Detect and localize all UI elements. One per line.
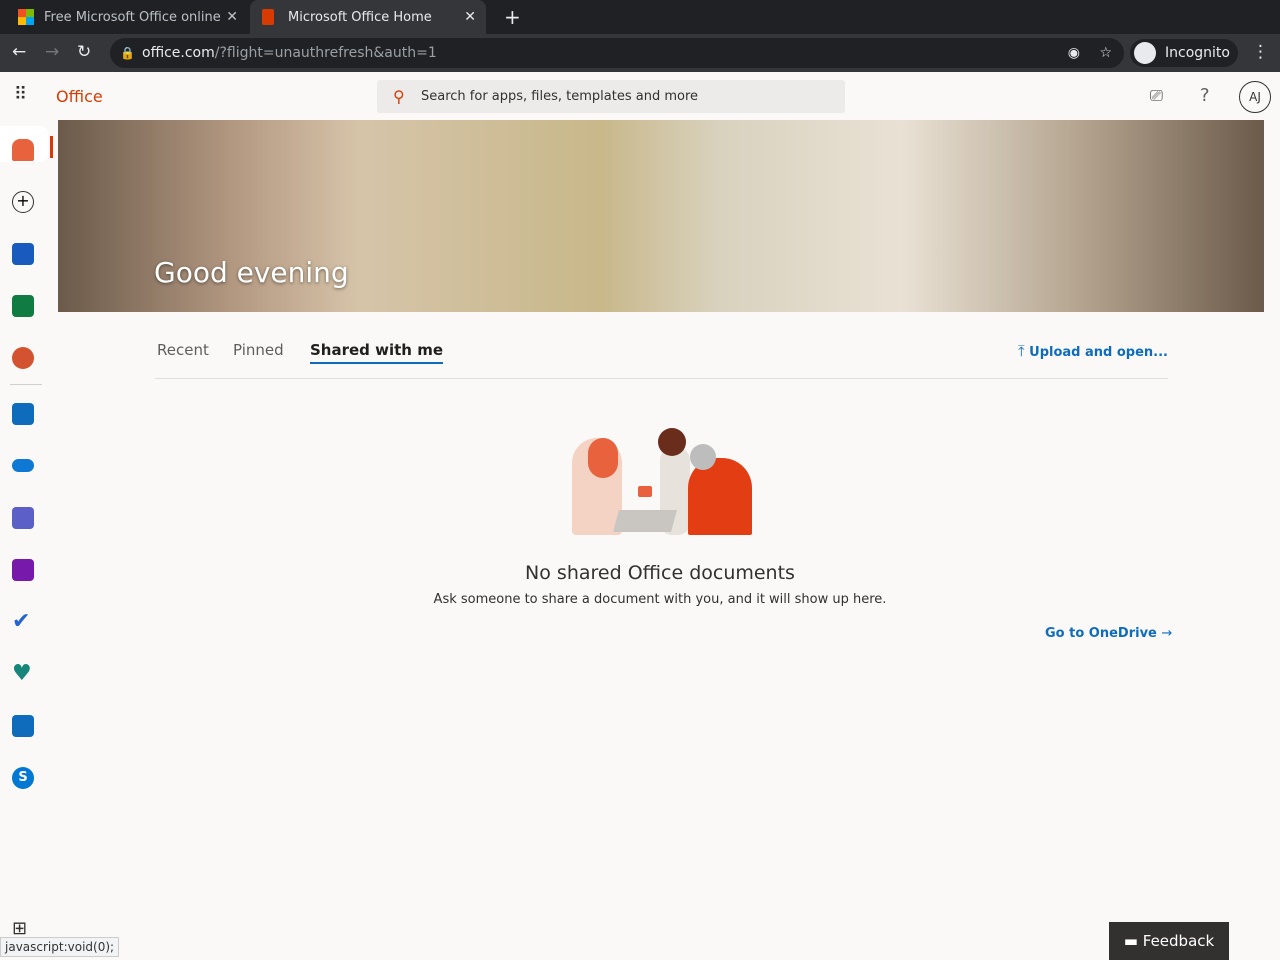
office-brand[interactable]: Office [56, 87, 103, 106]
address-bar[interactable]: 🔒 office.com/?flight=unauthrefresh&auth=… [110, 38, 1124, 68]
feedback-icon: ▬ [1123, 932, 1138, 950]
search-placeholder: Search for apps, files, templates and mo… [421, 89, 698, 104]
browser-toolbar: ← → ↻ 🔒 office.com/?flight=unauthrefresh… [0, 34, 1280, 72]
url-path: /?flight=unauthrefresh&auth=1 [214, 45, 437, 61]
incognito-profile[interactable]: Incognito [1130, 39, 1238, 67]
office-logo-icon [262, 9, 274, 25]
excel-icon[interactable] [12, 295, 34, 317]
onedrive-icon[interactable] [12, 459, 34, 472]
url-host: office.com [142, 45, 215, 61]
microsoft-logo-icon [18, 9, 34, 25]
close-tab-icon[interactable]: ✕ [226, 9, 238, 25]
empty-state-title: No shared Office documents [525, 562, 795, 584]
feedback-button[interactable]: ▬ Feedback [1109, 922, 1229, 960]
profile-label: Incognito [1165, 45, 1230, 61]
people-illustration [570, 428, 752, 535]
empty-state-subtitle: Ask someone to share a document with you… [433, 592, 887, 607]
upload-label: Upload and open... [1029, 345, 1168, 360]
powerpoint-icon[interactable] [12, 347, 34, 369]
go-to-onedrive-link[interactable]: Go to OneDrive → [1045, 626, 1172, 641]
arrow-right-icon: → [1161, 626, 1173, 641]
reload-icon[interactable]: ↻ [77, 42, 91, 62]
calendar-icon[interactable] [12, 715, 34, 737]
meet-now-icon[interactable]: ⎚ [1150, 86, 1163, 106]
greeting-heading: Good evening [154, 256, 349, 289]
app-launcher-icon[interactable]: ⠿ [14, 84, 27, 105]
word-icon[interactable] [12, 243, 34, 265]
document-tabs: Recent Pinned Shared with me ⤒ Upload an… [155, 338, 1168, 379]
upload-and-open-link[interactable]: ⤒ Upload and open... [1018, 342, 1168, 360]
avatar[interactable]: AJ [1239, 81, 1271, 113]
tab-shared-with-me[interactable]: Shared with me [310, 341, 444, 364]
greeting-banner: Good evening [58, 120, 1264, 312]
star-icon[interactable]: ☆ [1099, 38, 1112, 68]
search-icon: ⚲ [393, 87, 405, 106]
teams-icon[interactable] [12, 507, 34, 529]
incognito-icon [1134, 42, 1156, 64]
home-icon[interactable] [12, 139, 34, 161]
upload-icon: ⤒ [1017, 342, 1025, 360]
feedback-label: Feedback [1142, 932, 1215, 950]
forward-icon[interactable]: → [45, 42, 59, 62]
scrollbar[interactable] [1266, 120, 1280, 960]
close-tab-icon[interactable]: ✕ [464, 9, 476, 25]
tracking-blocked-icon[interactable]: ◉ [1068, 38, 1080, 68]
office-header: ⠿ Office ⚲ Search for apps, files, templ… [0, 72, 1280, 120]
sidebar-divider [10, 384, 42, 385]
create-icon[interactable]: + [12, 191, 34, 213]
lock-icon: 🔒 [120, 46, 135, 60]
browser-tab-active[interactable]: Microsoft Office Home ✕ [250, 0, 486, 34]
app-sidebar: + ✔ ♥ S ⊞ [0, 120, 53, 960]
tab-pinned[interactable]: Pinned [233, 341, 284, 359]
new-tab-button[interactable]: + [494, 0, 531, 34]
search-input[interactable]: ⚲ Search for apps, files, templates and … [377, 80, 845, 113]
todo-icon[interactable]: ✔ [12, 611, 34, 633]
status-bar-url: javascript:void(0); [0, 937, 120, 957]
tab-title: Microsoft Office Home [288, 9, 432, 25]
help-icon[interactable]: ? [1200, 85, 1210, 106]
back-icon[interactable]: ← [12, 42, 26, 62]
outlook-icon[interactable] [12, 403, 34, 425]
browser-tab[interactable]: Free Microsoft Office online ✕ [8, 0, 248, 34]
onedrive-link-label: Go to OneDrive [1045, 626, 1157, 641]
tab-recent[interactable]: Recent [157, 341, 209, 359]
tab-title: Free Microsoft Office online [44, 9, 221, 25]
family-safety-icon[interactable]: ♥ [12, 663, 34, 685]
skype-icon[interactable]: S [12, 767, 34, 789]
menu-icon[interactable]: ⋮ [1252, 42, 1269, 62]
browser-tab-bar: Free Microsoft Office online ✕ Microsoft… [0, 0, 1280, 34]
